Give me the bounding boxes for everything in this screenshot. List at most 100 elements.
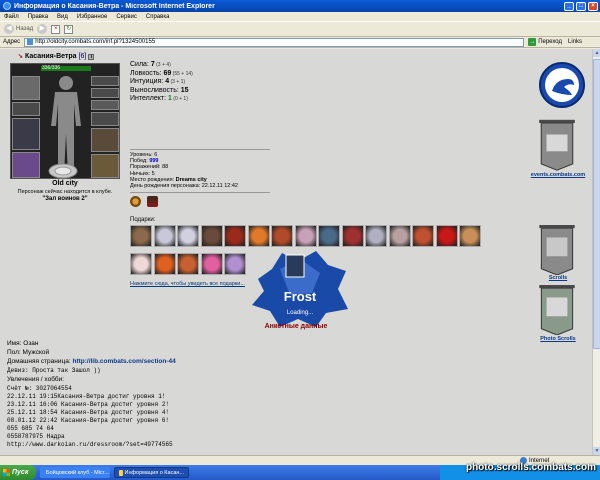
effect-icon[interactable]	[147, 196, 158, 207]
gift-item[interactable]	[224, 225, 246, 247]
scroll-down-icon[interactable]: ▼	[593, 447, 600, 455]
start-button[interactable]: Пуск	[0, 465, 36, 480]
window-titlebar: Информация о Касания-Ветра - Microsoft I…	[0, 0, 600, 12]
scrolls-link[interactable]: Scrolls	[528, 275, 588, 281]
medal-icon[interactable]	[130, 196, 141, 207]
close-button[interactable]: ×	[588, 1, 598, 11]
gift-item[interactable]	[200, 225, 223, 247]
status-icons	[130, 196, 158, 207]
private-arrow-icon[interactable]: ➘	[18, 53, 23, 60]
gift-item[interactable]	[130, 225, 152, 247]
character-name: Касания-Ветра	[25, 53, 77, 60]
frost-loading-text: Loading...	[286, 310, 314, 316]
events-banner-icon[interactable]	[536, 119, 578, 171]
menu-file[interactable]: Файл	[4, 14, 19, 20]
minimize-button[interactable]: _	[564, 1, 574, 11]
all-gifts-link[interactable]: Нажмите сюда, чтобы увидеть все подарки.…	[130, 281, 245, 287]
gift-item[interactable]	[365, 225, 387, 247]
gift-item[interactable]	[459, 225, 481, 247]
info-icon[interactable]: i	[88, 53, 95, 60]
slot-earrings[interactable]	[91, 76, 119, 86]
profile-account: Счёт №: 3027064554	[7, 385, 72, 392]
gift-item[interactable]	[247, 225, 270, 247]
gift-item[interactable]	[388, 225, 411, 247]
refresh-icon: ↻	[64, 24, 74, 34]
divider	[130, 149, 270, 150]
log-line: http://www.darkoian.ru/dressroom/?set=49…	[7, 441, 173, 448]
slot-bracers[interactable]	[12, 102, 40, 116]
character-doll: 336/336	[10, 63, 120, 179]
slot-rings[interactable]	[91, 100, 119, 110]
forward-arrow-icon: ▶	[37, 24, 48, 34]
gift-item[interactable]	[153, 225, 176, 247]
slot-weapon[interactable]	[12, 118, 40, 150]
hp-bar: 336/336	[41, 66, 91, 71]
scroll-thumb[interactable]	[593, 59, 600, 349]
menu-tools[interactable]: Сервис	[116, 14, 137, 20]
profile-data: Имя: Озан Пол: Мужской Домашняя страница…	[7, 339, 176, 393]
gift-item[interactable]	[271, 225, 293, 247]
slot-gloves[interactable]	[91, 112, 119, 126]
slot-armor[interactable]	[12, 152, 40, 178]
slot-amulet[interactable]	[91, 88, 119, 98]
scroll-up-icon[interactable]: ▲	[593, 49, 600, 57]
log-line: 08.01.12 22:42 Касания-Ветра достиг уров…	[7, 417, 170, 424]
gift-item[interactable]	[435, 225, 458, 247]
stat-endurance: Выносливость: 15	[130, 86, 189, 94]
character-title: ➘ Касания-Ветра [6] i	[18, 53, 95, 60]
city-emblem-icon	[48, 163, 78, 179]
divider	[130, 192, 270, 193]
page-content: ➘ Касания-Ветра [6] i 336/336 Old city П…	[0, 49, 592, 455]
links-button[interactable]: Links	[568, 39, 582, 45]
menu-favorites[interactable]: Избранное	[77, 14, 107, 20]
stat-intellect: Интеллект: 1 (0 + 1)	[130, 95, 188, 102]
stop-button[interactable]: ×	[51, 24, 61, 35]
slot-boots[interactable]	[91, 154, 119, 178]
back-button[interactable]: ◀ Назад	[4, 24, 33, 35]
refresh-button[interactable]: ↻	[64, 24, 74, 35]
character-stats: Сила: 7 (3 + 4) Ловкость: 69 (55 + 14) И…	[130, 61, 193, 104]
menu-edit[interactable]: Правка	[28, 14, 48, 20]
profile-name: Имя: Озан	[7, 340, 39, 347]
gift-item[interactable]	[294, 225, 317, 247]
taskbar-item-info[interactable]: Информация о Касан...	[114, 467, 189, 478]
slot-helmet[interactable]	[12, 76, 40, 100]
gift-item[interactable]	[341, 225, 364, 247]
profile-motto: Девиз: Проста так Зашол ))	[7, 367, 101, 374]
character-figure	[51, 76, 81, 174]
character-info: Уровень: 6 Побед: 999 Поражений: 88 Ничь…	[130, 152, 238, 189]
log-line: 22.12.11 19:15Касания-Ветра достиг уровн…	[7, 393, 166, 400]
gift-item[interactable]	[318, 225, 340, 247]
gift-item[interactable]	[153, 253, 176, 275]
gift-item[interactable]	[177, 253, 199, 275]
menu-view[interactable]: Вид	[57, 14, 68, 20]
address-input[interactable]: http://oldcity.combats.com/inf.pl?132450…	[24, 37, 525, 47]
gift-item[interactable]	[224, 253, 246, 275]
window-title: Информация о Касания-Ветра - Microsoft I…	[14, 2, 215, 10]
clan-emblem-icon[interactable]	[538, 61, 586, 109]
scrolls-banner-icon[interactable]	[536, 225, 578, 275]
address-bar: Адрес http://oldcity.combats.com/inf.pl?…	[0, 37, 600, 48]
photo-scrolls-link[interactable]: Photo Scrolls	[528, 336, 588, 342]
vertical-scrollbar[interactable]: ▲ ▼	[592, 49, 600, 455]
toolbar: ◀ Назад ▶ × ↻	[0, 21, 600, 37]
menu-help[interactable]: Справка	[146, 14, 170, 20]
log-line: 055 685 74 64	[7, 425, 54, 432]
gift-item[interactable]	[200, 253, 223, 275]
menu-bar: Файл Правка Вид Избранное Сервис Справка	[0, 12, 600, 21]
page-icon	[27, 39, 34, 45]
profile-section-title: Анкетные данные	[264, 323, 328, 330]
events-link[interactable]: events.combats.com	[528, 172, 588, 178]
log-line: 0558787975 Надра	[7, 433, 65, 440]
gift-item[interactable]	[412, 225, 434, 247]
maximize-button[interactable]: □	[576, 1, 586, 11]
character-level: [6]	[78, 53, 87, 60]
taskbar-item-combats[interactable]: Бойцовский клуб - Micr...	[40, 467, 110, 478]
gift-item[interactable]	[130, 253, 152, 275]
go-button[interactable]: → Переход	[528, 38, 562, 46]
stat-agility: Ловкость: 69 (55 + 14)	[130, 69, 193, 77]
gift-item[interactable]	[177, 225, 199, 247]
homepage-link[interactable]: http://lib.combats.com/section-44	[72, 358, 175, 365]
forward-button[interactable]: ▶	[37, 24, 48, 35]
slot-shield[interactable]	[91, 128, 119, 152]
